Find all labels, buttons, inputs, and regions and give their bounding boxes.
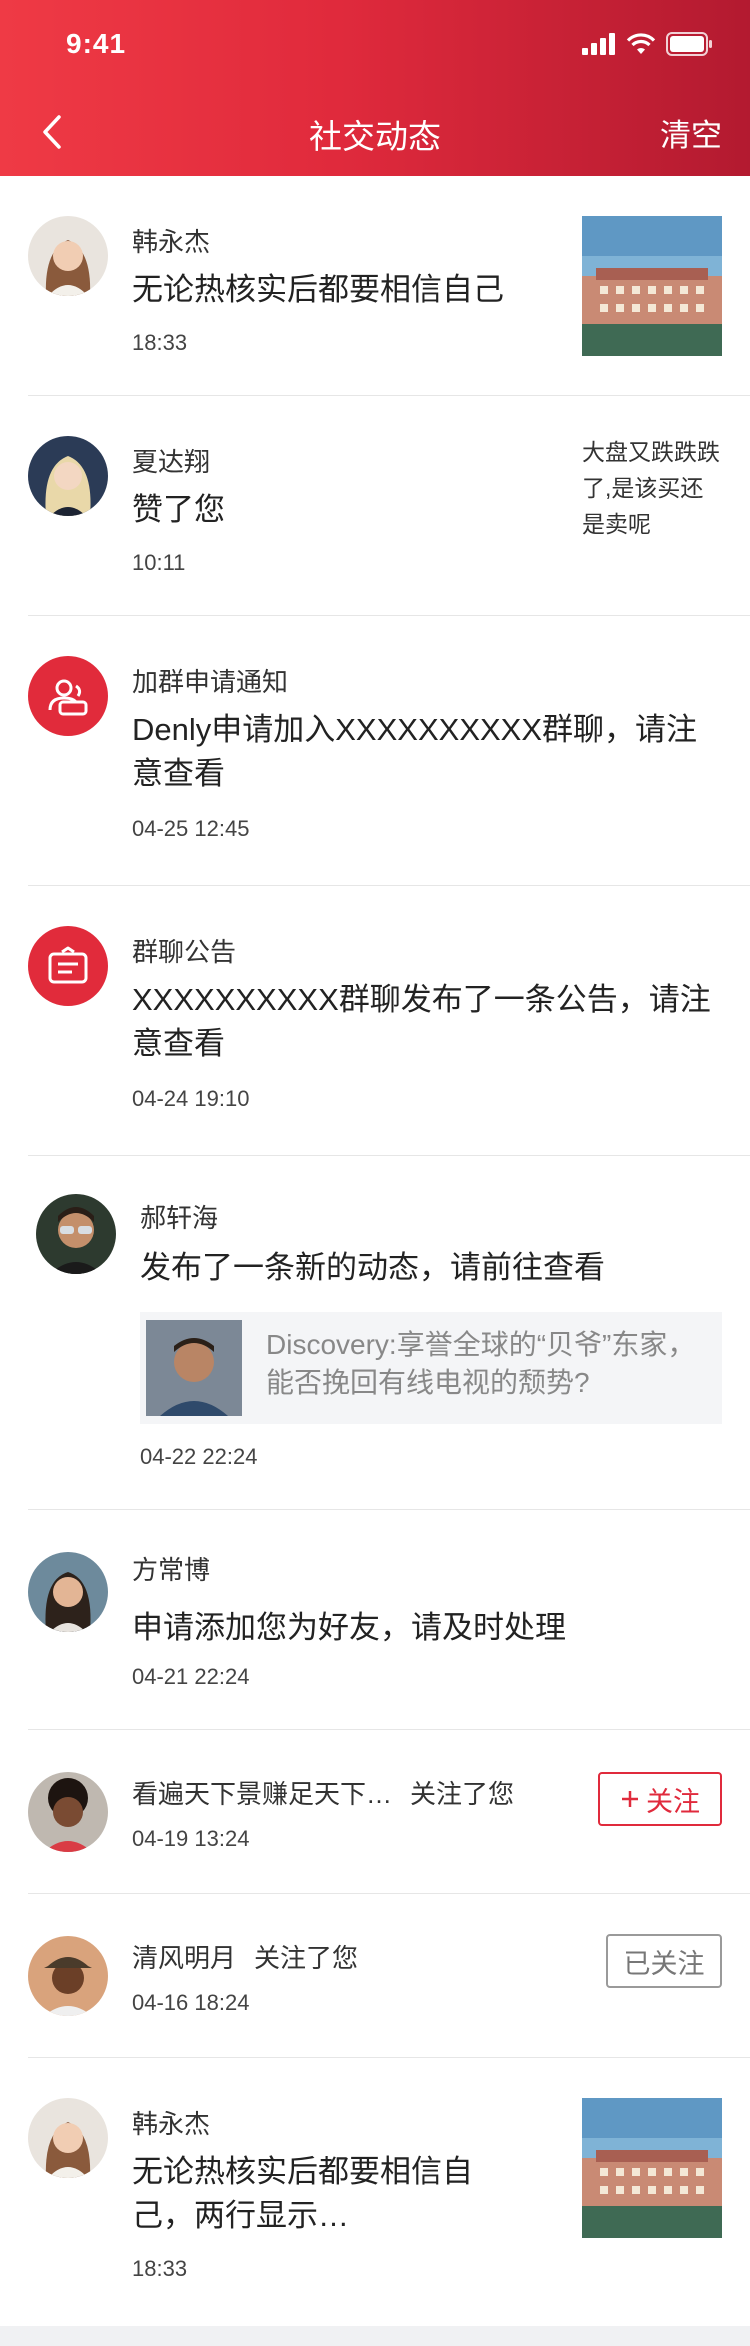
item-time: 04-24 19:10 [132,1086,250,1111]
page-title: 社交动态 [309,118,441,155]
status-icons [582,32,714,56]
group-request-icon [28,656,108,736]
item-time: 04-16 18:24 [132,1990,250,2015]
item-time: 04-25 12:45 [132,816,250,841]
item-name: 加群申请通知 [132,667,289,697]
item-time: 04-19 13:24 [132,1826,250,1851]
post-title: Discovery:享誉全球的“贝爷”东家，能否挽回有线电视的颓势? [266,1329,696,1398]
follower-name[interactable]: 看遍天下景赚足天下… [132,1779,392,1809]
avatar[interactable] [28,2098,108,2178]
avatar[interactable] [28,1772,108,1852]
item-time: 18:33 [132,2256,188,2281]
list-item[interactable]: 群聊公告 XXXXXXXXXX群聊发布了一条公告，请注意查看 04-24 19:… [0,886,750,1156]
shared-post-card[interactable]: Discovery:享誉全球的“贝爷”东家，能否挽回有线电视的颓势? [140,1312,722,1424]
follow-button-label: 关注 [646,1786,700,1817]
item-name: 郝轩海 [140,1203,219,1233]
item-message: Denly申请加入XXXXXXXXXX群聊，请注意查看 [132,712,698,791]
bottom-spacer [0,2326,750,2346]
list-item[interactable]: 韩永杰 无论热核实后都要相信自己 18:33 [0,176,750,396]
item-message: 发布了一条新的动态，请前往查看 [140,1250,605,1285]
post-thumbnail [146,1320,242,1416]
nav-bar: 社交动态 清空 [0,88,750,176]
battery-icon [666,32,712,56]
list-item[interactable]: 看遍天下景赚足天下… 关注了您 04-19 13:24 关注 [0,1730,750,1894]
list-item[interactable]: 加群申请通知 Denly申请加入XXXXXXXXXX群聊，请注意查看 04-25… [0,616,750,886]
follow-button[interactable]: 关注 [598,1772,722,1826]
avatar[interactable] [28,1936,108,2016]
follower-name[interactable]: 清风明月 [132,1943,236,1973]
item-time: 04-21 22:24 [132,1664,250,1689]
item-name: 看遍天下景赚足天下… 关注了您 [132,1774,514,1811]
followed-button[interactable]: 已关注 [606,1934,722,1988]
item-name: 清风明月 关注了您 [132,1938,358,1975]
avatar[interactable] [28,1552,108,1632]
list-item[interactable]: 夏达翔 赞了您 10:11 大盘又跌跌跌了,是该买还是卖呢 [0,396,750,616]
item-name: 韩永杰 [132,227,211,257]
item-name: 韩永杰 [132,2109,211,2139]
item-time: 18:33 [132,330,188,355]
list-item[interactable]: 清风明月 关注了您 04-16 18:24 已关注 [0,1894,750,2058]
item-name: 方常博 [132,1555,211,1585]
avatar[interactable] [28,436,108,516]
list-item[interactable]: 韩永杰 无论热核实后都要相信自己，两行显示… 18:33 [0,2058,750,2308]
clear-button[interactable]: 清空 [660,110,722,155]
item-time: 04-22 22:24 [140,1444,258,1469]
hotel-photo[interactable] [582,2098,722,2238]
plus-icon [622,1791,638,1807]
item-time: 10:11 [132,550,186,575]
hotel-photo[interactable] [582,216,722,356]
liked-post-preview[interactable]: 大盘又跌跌跌了,是该买还是卖呢 [582,434,722,542]
item-message: 无论热核实后都要相信自己，两行显示… [132,2154,473,2233]
status-time: 9:41 [66,28,127,59]
wifi-icon [626,33,656,54]
item-message: 申请添加您为好友，请及时处理 [132,1610,566,1645]
list-item[interactable]: 郝轩海 发布了一条新的动态，请前往查看 Discovery:享誉全球的“贝爷”东… [0,1156,750,1510]
item-message: 赞了您 [132,492,225,527]
announcement-icon [28,926,108,1006]
avatar[interactable] [36,1194,116,1274]
signal-icon [582,33,615,55]
item-name: 群聊公告 [132,937,237,967]
follow-action: 关注了您 [254,1943,359,1973]
app-header: 9:41 社交动态 清空 [0,0,750,176]
avatar[interactable] [28,216,108,296]
list-item[interactable]: 方常博 申请添加您为好友，请及时处理 04-21 22:24 [0,1510,750,1730]
follow-action: 关注了您 [410,1779,515,1809]
item-name: 夏达翔 [132,447,211,477]
item-message: 无论热核实后都要相信自己 [132,272,504,307]
status-bar: 9:41 [0,0,750,88]
notification-list: 韩永杰 无论热核实后都要相信自己 18:33 夏达翔 赞了您 10:11 大盘又… [0,176,750,2326]
item-message: XXXXXXXXXX群聊发布了一条公告，请注意查看 [132,982,711,1061]
